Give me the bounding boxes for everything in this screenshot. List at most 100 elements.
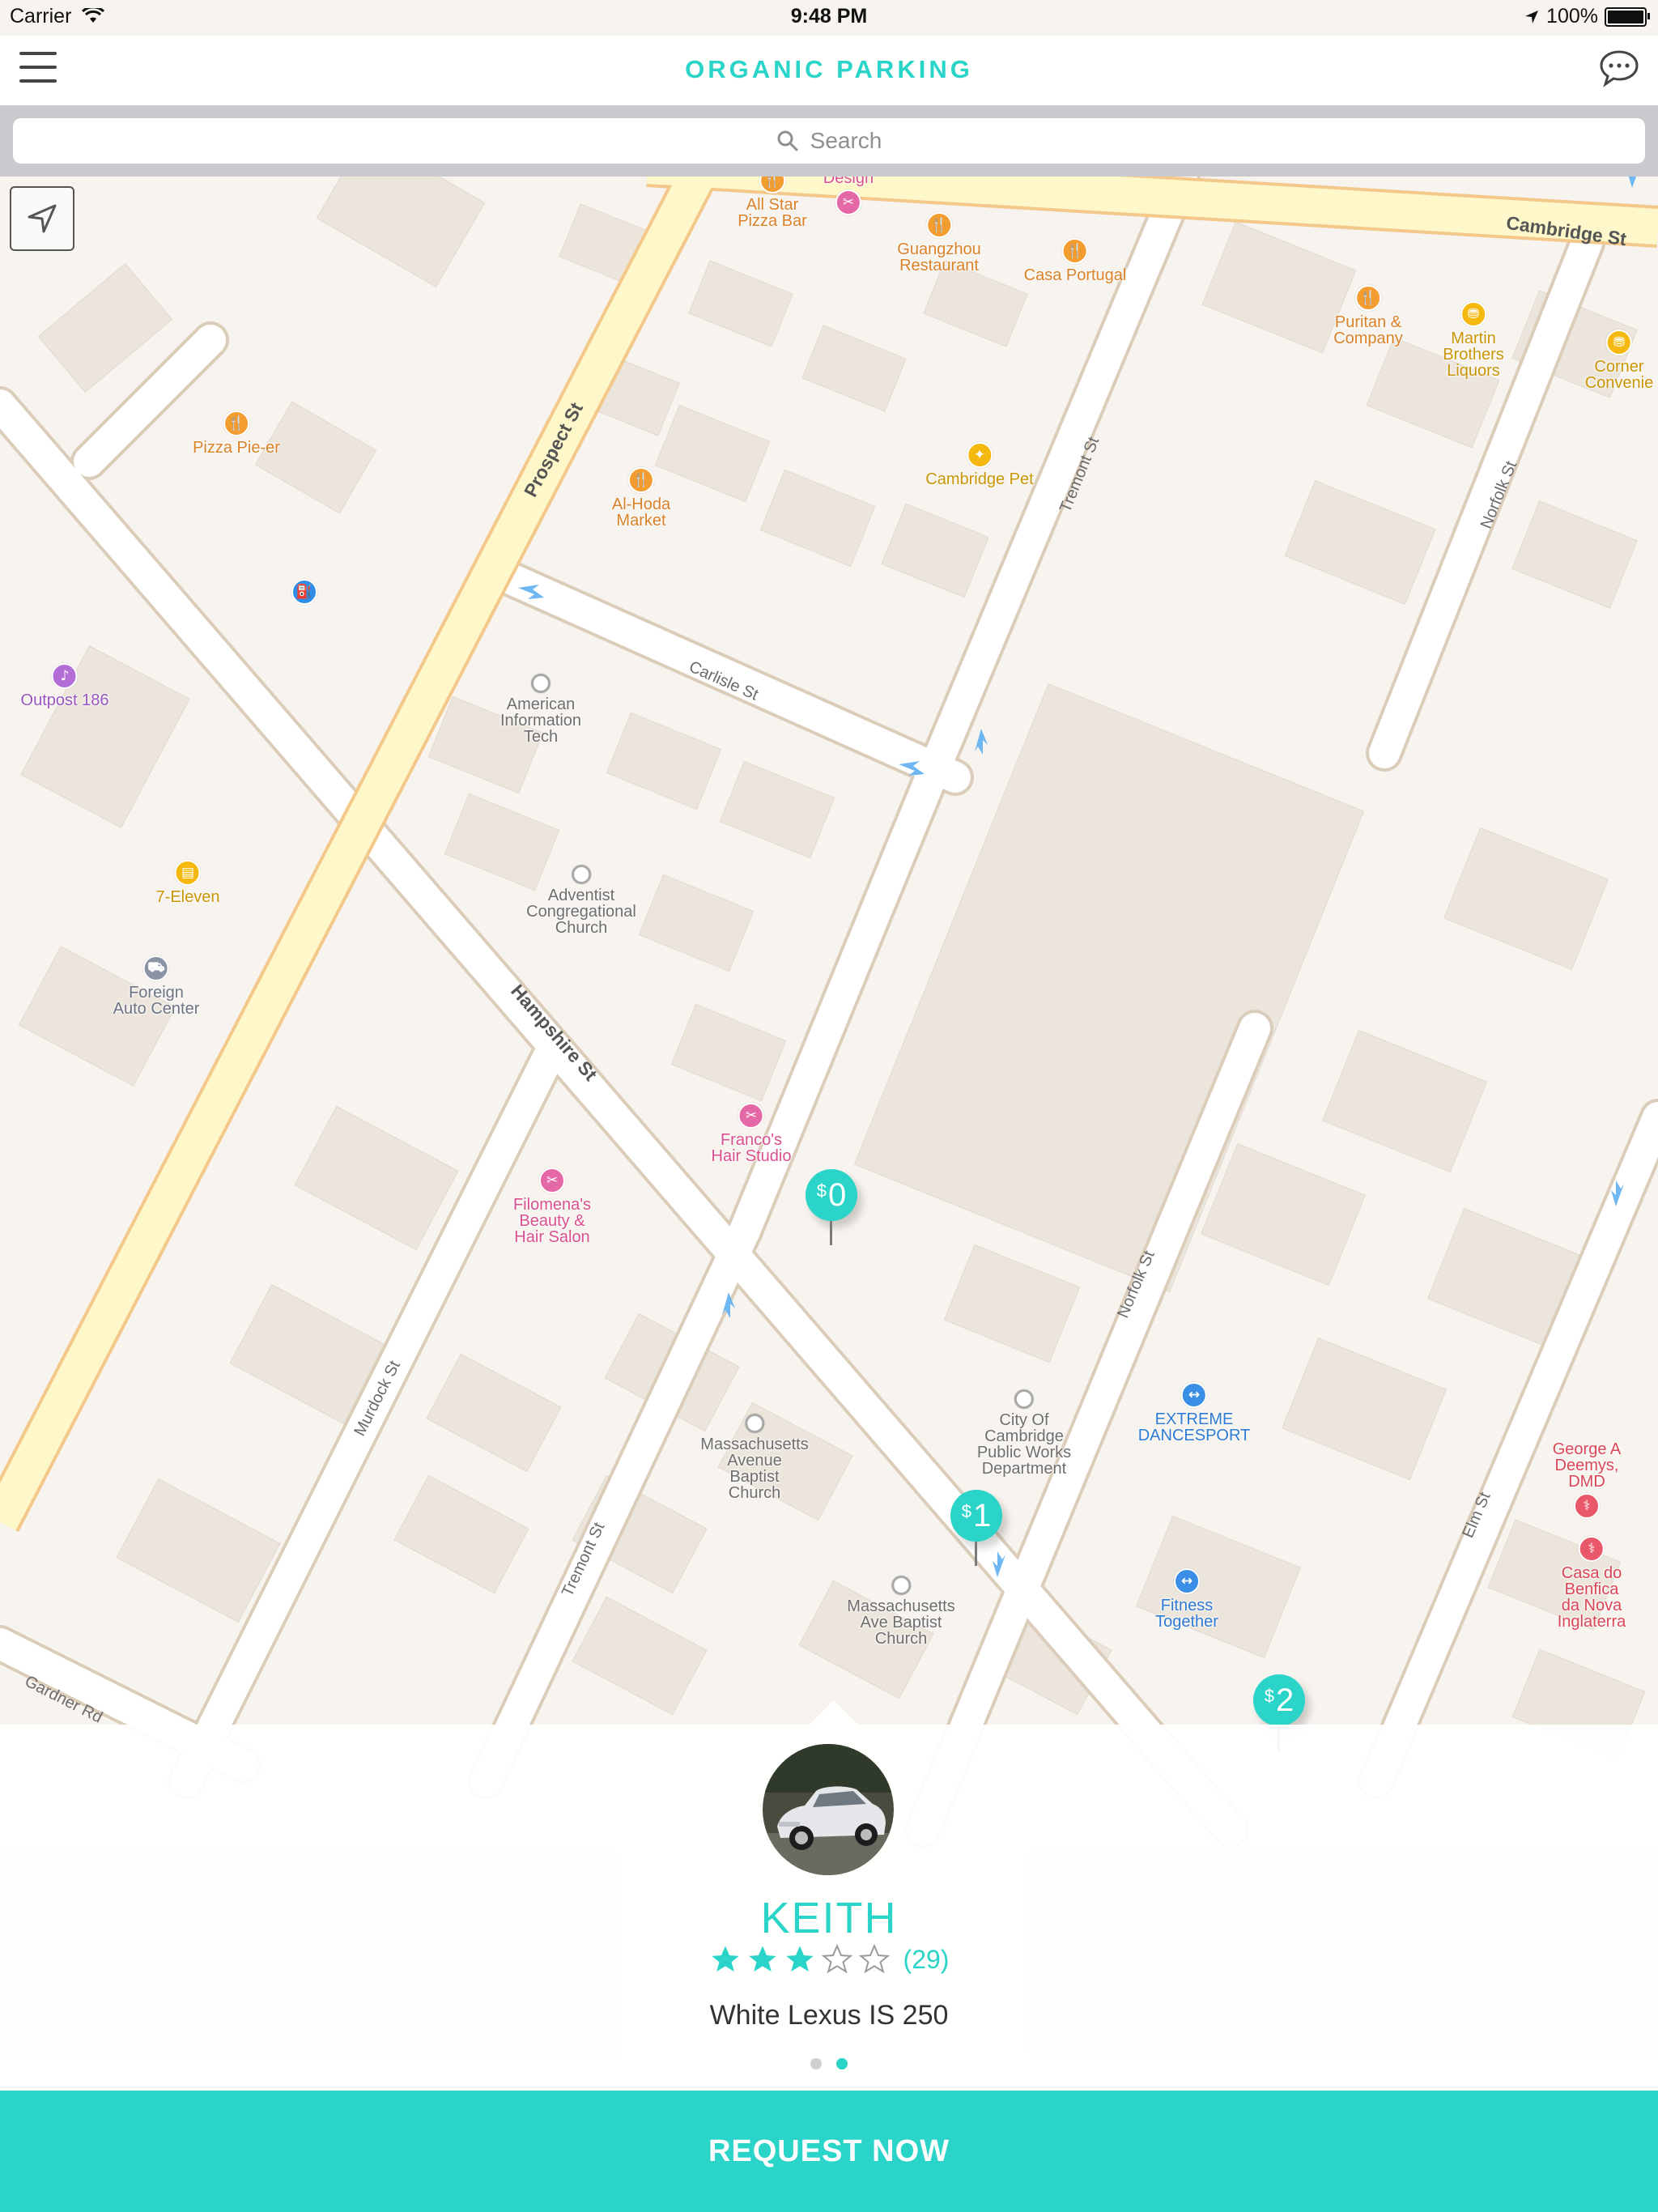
place-marker-icon [531, 674, 551, 693]
poi-label: Pizza Pie-er [193, 439, 280, 457]
page-dot-1[interactable] [810, 2058, 822, 2069]
dumbbell-icon: ↔ [1174, 1568, 1200, 1594]
currency-symbol: $ [816, 1180, 827, 1201]
search-bar: Search [0, 105, 1658, 177]
pin-stem [975, 1542, 977, 1566]
poi-label: Franco's Hair Studio [711, 1131, 792, 1165]
poi-label: Guangzhou Restaurant [897, 240, 981, 274]
parking-pin-1[interactable]: $1 [950, 1490, 1002, 1566]
poi-martin-brothers[interactable]: ⛃ Martin Brothers Liquors [1443, 301, 1504, 379]
poi-mass-ave-baptist[interactable]: Massachusetts Avenue Baptist Church [700, 1414, 809, 1502]
poi-outpost-186[interactable]: ♪ Outpost 186 [20, 663, 109, 709]
poi-filomenas[interactable]: ✂ Filomena's Beauty & Hair Salon [513, 1168, 591, 1245]
poi-label: Casa do Benfica da Nova Inglaterra [1557, 1564, 1626, 1631]
poi-seven-eleven[interactable]: ▤ 7-Eleven [155, 860, 220, 906]
star-empty-icon [858, 1943, 890, 1974]
currency-symbol: $ [961, 1501, 971, 1521]
poi-label: Casa Portugal [1023, 266, 1127, 284]
poi-puritan[interactable]: 🍴 Puritan & Company [1333, 285, 1403, 347]
price-bubble: $2 [1253, 1674, 1305, 1726]
fork-knife-icon: 🍴 [1062, 238, 1088, 264]
locate-me-button[interactable] [10, 186, 74, 251]
poi-label: All Star Pizza Bar [738, 196, 807, 230]
poi-mass-ave-baptist-2[interactable]: Massachusetts Ave Baptist Church [847, 1576, 955, 1648]
basket-icon: ⛃ [1605, 330, 1632, 355]
poi-casa-benfica[interactable]: ⚕ Casa do Benfica da Nova Inglaterra [1558, 1536, 1626, 1630]
scissors-icon: ✂ [738, 1103, 764, 1129]
poi-city-public-works[interactable]: City Of Cambridge Public Works Departmen… [977, 1389, 1071, 1477]
poi-fitness-together[interactable]: ↔ Fitness Together [1155, 1568, 1218, 1630]
poi-foreign-auto-center[interactable]: ⛟ Foreign Auto Center [113, 955, 200, 1018]
request-now-button[interactable]: REQUEST NOW [0, 2091, 1658, 2212]
car-service-icon: ⛟ [142, 955, 169, 981]
app-title: ORGANIC PARKING [685, 55, 973, 83]
poi-pizza-pie-er[interactable]: 🍴 Pizza Pie-er [193, 410, 280, 456]
poi-cambridge-pet[interactable]: ✦ Cambridge Pet [925, 442, 1034, 487]
status-time: 9:48 PM [790, 5, 868, 28]
price-amount: 1 [973, 1497, 992, 1534]
poi-guangzhou[interactable]: 🍴 Guangzhou Restaurant [897, 212, 981, 274]
fork-knife-icon: 🍴 [925, 212, 952, 238]
poi-label: Corner Convenie [1584, 358, 1654, 392]
currency-symbol: $ [1264, 1686, 1274, 1706]
paw-icon: ✦ [967, 442, 993, 468]
page-indicator[interactable] [0, 2058, 1658, 2069]
nav-bar: ORGANIC PARKING [0, 36, 1658, 105]
status-right: 100% [1524, 5, 1650, 28]
poi-label: Foreign Auto Center [113, 984, 200, 1018]
tooth-icon: ⚕ [1574, 1493, 1600, 1519]
price-bubble: $0 [806, 1169, 857, 1221]
poi-label: 7-Eleven [155, 888, 220, 906]
fork-knife-icon: 🍴 [1354, 285, 1381, 311]
poi-label: American Information Tech [500, 696, 582, 746]
shop-icon: ▤ [175, 860, 201, 886]
poi-george-deemys[interactable]: George A Deemys, DMD ⚕ [1551, 1441, 1622, 1522]
rating-count: (29) [903, 1944, 950, 1974]
poi-fuel-station[interactable]: ⛽ [291, 579, 317, 608]
pin-stem [830, 1221, 832, 1245]
poi-extreme-dancesport[interactable]: ↔ EXTREME DANCESPORT [1137, 1382, 1251, 1444]
place-marker-icon [572, 865, 591, 884]
driver-rating: (29) [0, 1943, 1658, 1976]
driver-name: KEITH [760, 1894, 898, 1942]
page-dot-2-active[interactable] [836, 2058, 848, 2069]
poi-al-hoda[interactable]: 🍴 Al-Hoda Market [612, 467, 670, 529]
price-amount: 2 [1276, 1682, 1295, 1718]
scissors-icon: ✂ [538, 1168, 565, 1193]
chat-bubble-icon [1600, 50, 1639, 87]
poi-label: Martin Brothers Liquors [1443, 330, 1504, 380]
poi-adventist-church[interactable]: Adventist Congregational Church [526, 865, 636, 936]
car-model: White Lexus IS 250 [709, 2000, 949, 2031]
poi-label: City Of Cambridge Public Works Departmen… [976, 1411, 1072, 1478]
poi-corner-convenience[interactable]: ⛃ Corner Convenie [1584, 330, 1654, 392]
music-note-icon: ♪ [52, 663, 78, 689]
fork-knife-icon: 🍴 [223, 410, 249, 436]
parking-pin-0[interactable]: $0 [806, 1169, 857, 1245]
place-marker-icon [1014, 1389, 1034, 1409]
status-bar: Carrier 9:48 PM 100% [0, 0, 1658, 36]
fork-knife-icon: 🍴 [627, 467, 654, 493]
price-amount: 0 [828, 1176, 847, 1213]
poi-label: Outpost 186 [20, 691, 109, 709]
battery-icon [1605, 6, 1650, 27]
card-pointer [810, 1700, 858, 1725]
poi-american-information-tech[interactable]: American Information Tech [500, 674, 581, 745]
poi-label: Massachusetts Ave Baptist Church [847, 1597, 955, 1648]
dumbbell-icon: ↔ [1180, 1382, 1207, 1408]
poi-all-star-pizza[interactable]: 🍴 All Star Pizza Bar [738, 168, 807, 229]
location-arrow-icon [28, 204, 57, 233]
poi-francos-hair[interactable]: ✂ Franco's Hair Studio [711, 1103, 792, 1165]
poi-label: Massachusetts Avenue Baptist Church [700, 1436, 809, 1502]
poi-design[interactable]: Design ✂ [823, 170, 874, 219]
search-placeholder: Search [810, 128, 882, 153]
basket-icon: ⛃ [1460, 301, 1486, 327]
car-photo-image [763, 1744, 894, 1875]
star-filled-icon [711, 1946, 739, 1972]
poi-label: Filomena's Beauty & Hair Salon [512, 1196, 592, 1246]
poi-casa-portugal[interactable]: 🍴 Casa Portugal [1023, 238, 1127, 284]
chat-button[interactable] [1598, 47, 1640, 89]
poi-label: Puritan & Company [1333, 313, 1403, 347]
search-input[interactable]: Search [13, 118, 1645, 164]
scissors-icon: ✂ [835, 189, 861, 215]
poi-label: EXTREME DANCESPORT [1137, 1410, 1251, 1444]
